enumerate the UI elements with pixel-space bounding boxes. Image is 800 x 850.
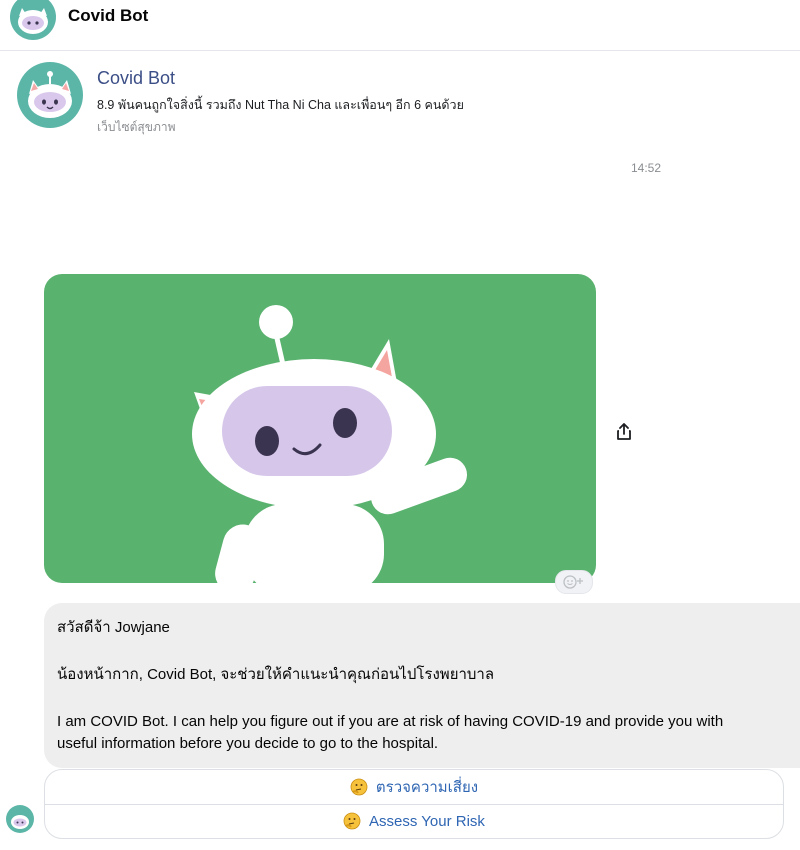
thinking-face-icon <box>343 812 361 830</box>
profile-avatar[interactable] <box>17 62 83 128</box>
message-bubble: สวัสดีจ้า Jowjane น้องหน้ากาก, Covid Bot… <box>44 603 800 768</box>
robot-avatar-icon <box>18 8 48 34</box>
page-category: เว็บไซต์สุขภาพ <box>97 120 176 134</box>
page-profile: Covid Bot 8.9 พันคนถูกใจสิ่งนี้ รวมถึง N… <box>0 51 800 141</box>
message-greeting: สวัสดีจ้า Jowjane <box>57 619 170 636</box>
message-intro-thai: น้องหน้ากาก, Covid Bot, จะช่วยให้คำแนะนำ… <box>57 666 495 683</box>
add-reaction-icon <box>563 575 583 589</box>
share-button[interactable] <box>610 418 638 446</box>
thinking-face-icon <box>350 778 368 796</box>
message-intro-english: I am COVID Bot. I can help you figure ou… <box>57 713 724 752</box>
assess-risk-thai-label: ตรวจความเสี่ยง <box>375 779 479 796</box>
assess-risk-button[interactable]: Assess Your Risk <box>45 804 783 838</box>
robot-illustration <box>192 305 468 583</box>
message-timestamp: 14:52 <box>631 161 662 175</box>
assess-risk-label: Assess Your Risk <box>369 812 485 830</box>
share-icon <box>617 423 631 440</box>
assess-risk-thai-button[interactable]: ตรวจความเสี่ยง <box>45 770 783 805</box>
quick-reply-group: ตรวจความเสี่ยง Assess Your Risk <box>44 769 784 839</box>
bot-small-avatar <box>6 805 34 833</box>
chat-header: Covid Bot <box>0 0 800 51</box>
bot-image[interactable] <box>44 274 596 583</box>
react-button[interactable] <box>555 570 593 594</box>
page-likes: 8.9 พันคนถูกใจสิ่งนี้ รวมถึง Nut Tha Ni … <box>97 98 464 112</box>
header-avatar[interactable] <box>10 0 56 40</box>
header-title[interactable]: Covid Bot <box>68 6 148 26</box>
page-name[interactable]: Covid Bot <box>97 68 175 89</box>
robot-avatar-icon <box>28 71 72 118</box>
robot-avatar-icon <box>11 815 29 829</box>
